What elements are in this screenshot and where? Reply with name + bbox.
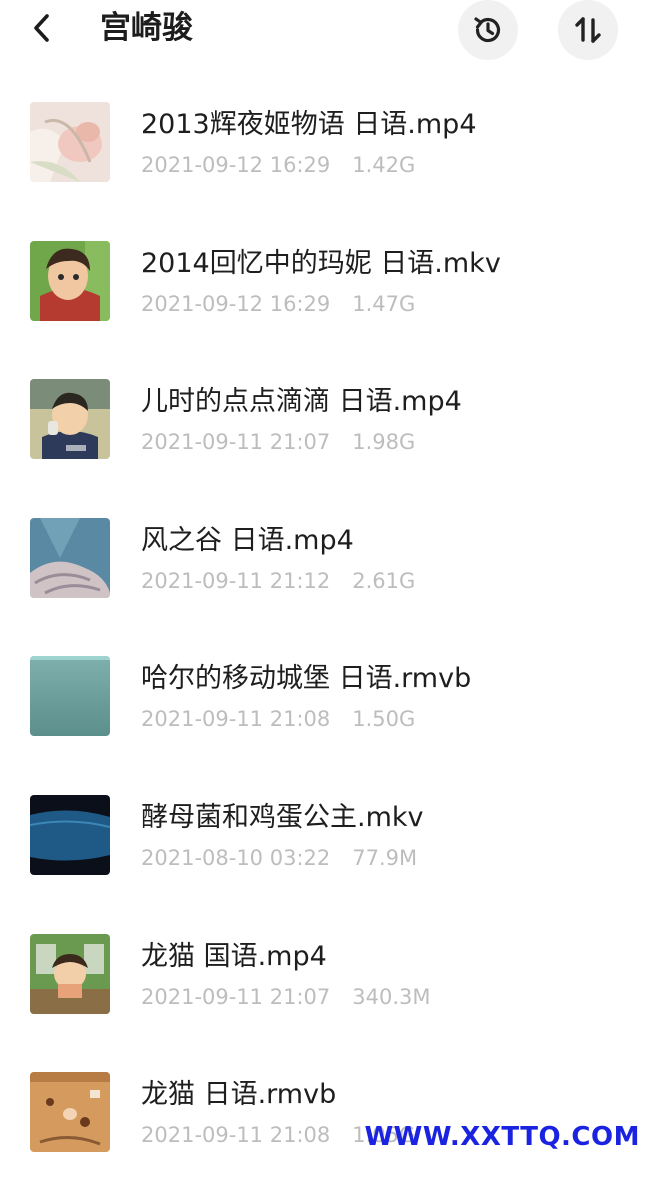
file-size: 1.42G <box>352 153 416 177</box>
file-name: 风之谷 日语.mp4 <box>141 524 354 556</box>
top-bar: 宫崎骏 <box>0 0 646 60</box>
file-name: 龙猫 国语.mp4 <box>141 940 327 972</box>
video-thumbnail <box>30 933 110 1014</box>
video-thumbnail <box>30 1072 110 1153</box>
sort-icon <box>575 17 601 43</box>
file-list-item[interactable]: 风之谷 日语.mp4 2021-09-11 21:12 2.61G <box>0 488 646 627</box>
file-list-item[interactable]: 酵母菌和鸡蛋公主.mkv 2021-08-10 03:22 77.9M <box>0 765 646 904</box>
file-meta: 2021-09-12 16:29 1.42G <box>141 152 415 178</box>
video-thumbnail <box>30 794 110 875</box>
file-size: 340.3M <box>352 984 431 1009</box>
history-icon <box>474 17 501 43</box>
back-button[interactable] <box>22 8 62 48</box>
video-thumbnail <box>30 102 110 182</box>
file-name: 2013辉夜姬物语 日语.mp4 <box>141 109 477 140</box>
file-date: 2021-09-11 21:08 <box>141 707 331 732</box>
file-size: 1.98G <box>352 430 416 455</box>
file-date: 2021-09-12 16:29 <box>141 153 331 177</box>
file-size: 1.50G <box>352 707 416 732</box>
file-date: 2021-09-11 21:08 <box>141 1123 331 1148</box>
file-date: 2021-09-11 21:07 <box>141 430 331 455</box>
file-meta: 2021-09-11 21:07 1.98G <box>141 429 415 455</box>
file-list-item[interactable]: 2014回忆中的玛妮 日语.mkv 2021-09-12 16:29 1.47G <box>0 211 646 350</box>
video-thumbnail <box>30 240 110 321</box>
file-list-item[interactable]: 哈尔的移动城堡 日语.rmvb 2021-09-11 21:08 1.50G <box>0 626 646 765</box>
file-list-item[interactable]: 儿时的点点滴滴 日语.mp4 2021-09-11 21:07 1.98G <box>0 349 646 488</box>
video-thumbnail <box>30 379 110 460</box>
watermark: WWW.XXTTQ.COM <box>364 1122 640 1152</box>
file-name: 哈尔的移动城堡 日语.rmvb <box>141 663 472 695</box>
chevron-left-icon <box>34 14 49 42</box>
file-date: 2021-09-11 21:12 <box>141 568 331 593</box>
file-size: 2.61G <box>352 568 416 593</box>
file-size: 77.9M <box>352 845 418 870</box>
history-button[interactable] <box>458 0 518 60</box>
file-meta: 2021-09-11 21:07 340.3M <box>141 984 431 1010</box>
file-list-item[interactable]: 2013辉夜姬物语 日语.mp4 2021-09-12 16:29 1.42G <box>0 72 646 211</box>
file-meta: 2021-09-11 21:12 2.61G <box>141 568 415 594</box>
file-meta: 2021-09-12 16:29 1.47G <box>141 291 415 317</box>
file-date: 2021-08-10 03:22 <box>141 845 331 870</box>
file-name: 2014回忆中的玛妮 日语.mkv <box>141 247 501 279</box>
file-date: 2021-09-11 21:07 <box>141 984 331 1009</box>
sort-button[interactable] <box>558 0 618 60</box>
file-list: 2013辉夜姬物语 日语.mp4 2021-09-12 16:29 1.42G 2… <box>0 72 646 1181</box>
file-name: 儿时的点点滴滴 日语.mp4 <box>141 386 462 418</box>
file-name: 龙猫 日语.rmvb <box>141 1079 337 1111</box>
file-date: 2021-09-12 16:29 <box>141 291 331 316</box>
video-thumbnail <box>30 656 110 737</box>
file-list-item[interactable]: 龙猫 国语.mp4 2021-09-11 21:07 340.3M <box>0 904 646 1043</box>
file-size: 1.47G <box>352 291 416 316</box>
page-title: 宫崎骏 <box>100 10 193 46</box>
file-name: 酵母菌和鸡蛋公主.mkv <box>141 801 424 833</box>
file-meta: 2021-09-11 21:08 1.50G <box>141 706 415 732</box>
video-thumbnail <box>30 517 110 598</box>
file-meta: 2021-08-10 03:22 77.9M <box>141 845 417 871</box>
